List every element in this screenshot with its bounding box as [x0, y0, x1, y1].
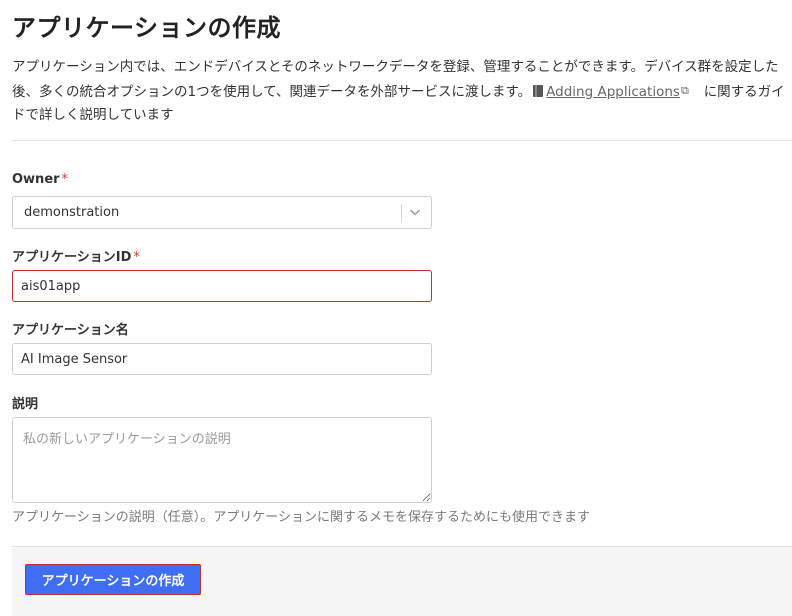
- intro-description: アプリケーション内では、エンドデバイスとそのネットワークデータを登録、管理するこ…: [12, 56, 788, 127]
- adding-applications-link[interactable]: Adding Applications: [546, 84, 680, 100]
- required-mark: *: [133, 250, 140, 265]
- description-label: 説明: [12, 397, 39, 412]
- owner-select[interactable]: demonstration: [12, 196, 432, 229]
- application-name-label: アプリケーション名: [12, 323, 129, 338]
- application-id-input[interactable]: [12, 270, 432, 302]
- create-application-button[interactable]: アプリケーションの作成: [25, 564, 201, 595]
- application-id-label-text: アプリケーションID: [12, 250, 132, 265]
- page-title: アプリケーションの作成: [12, 14, 282, 42]
- owner-label-text: Owner: [12, 172, 60, 187]
- owner-label: Owner *: [12, 172, 68, 187]
- application-id-label: アプリケーションID *: [12, 246, 140, 265]
- intro-text-after: [691, 84, 704, 100]
- description-hint: アプリケーションの説明（任意）。アプリケーションに関するメモを保存するためにも使…: [12, 510, 590, 525]
- create-application-page: アプリケーションの作成 アプリケーション内では、エンドデバイスとそのネットワーク…: [0, 0, 792, 616]
- application-name-input[interactable]: [12, 343, 432, 375]
- required-mark: *: [61, 172, 69, 187]
- form-footer: アプリケーションの作成: [12, 546, 792, 616]
- divider: [12, 140, 792, 141]
- external-link-icon: ⧉: [680, 84, 689, 97]
- select-separator: [401, 204, 402, 222]
- owner-select-value: demonstration: [24, 205, 120, 220]
- chevron-down-icon: [410, 209, 420, 216]
- document-icon: [533, 85, 544, 97]
- description-textarea[interactable]: [12, 417, 432, 503]
